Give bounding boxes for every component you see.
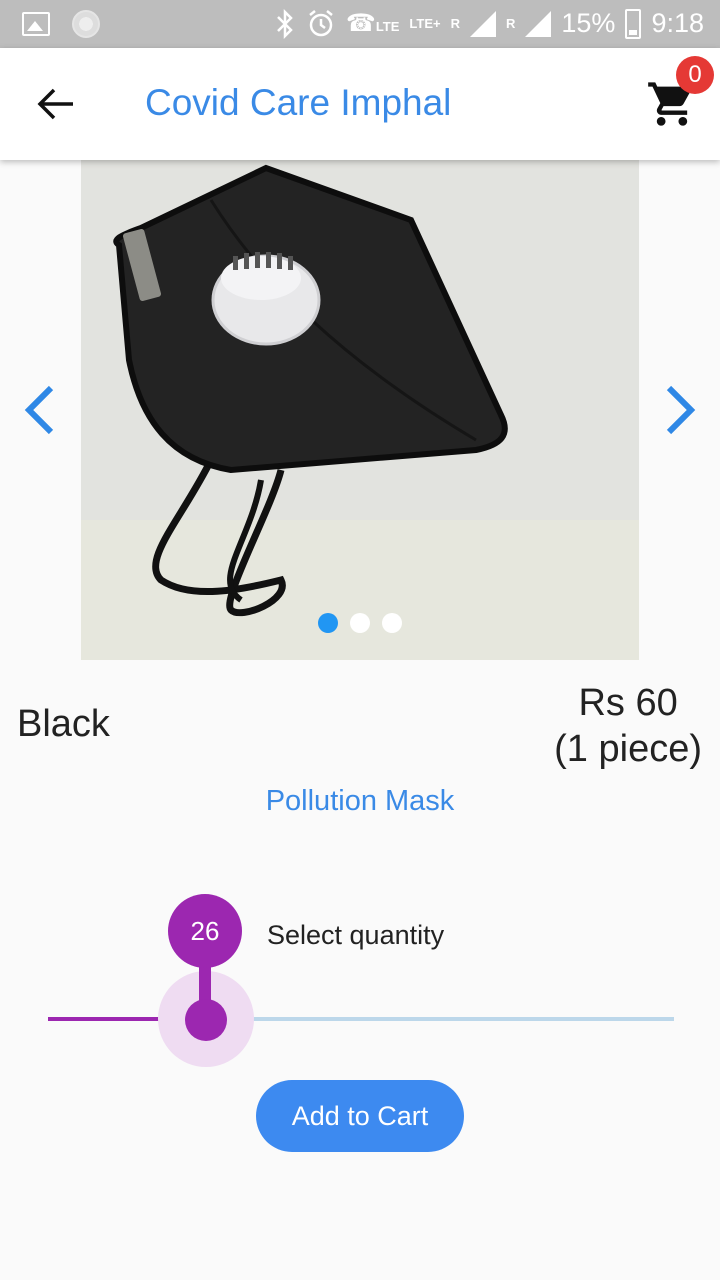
status-right: ☎LTE LTE+ R R 15% 9:18 bbox=[274, 8, 704, 39]
product-name: Pollution Mask bbox=[265, 785, 455, 817]
app-title: Covid Care Imphal bbox=[145, 82, 452, 123]
cart-count-badge: 0 bbox=[676, 56, 714, 94]
carousel-dot-3[interactable] bbox=[382, 613, 402, 633]
battery-percent: 15% bbox=[561, 8, 616, 38]
previous-slide-button[interactable] bbox=[10, 380, 70, 440]
battery-icon bbox=[625, 8, 642, 39]
lte-plus-label: LTE+ bbox=[409, 16, 441, 31]
bluetooth-icon bbox=[277, 8, 293, 39]
call-lte-icon: ☎LTE bbox=[345, 9, 400, 37]
clock: 9:18 bbox=[651, 8, 704, 38]
chevron-left-icon bbox=[24, 385, 54, 435]
chevron-right-icon bbox=[666, 385, 696, 435]
quantity-label: Select quantity bbox=[267, 920, 445, 950]
product-price: Rs 60 bbox=[578, 682, 678, 724]
roaming-label-2: R bbox=[506, 16, 516, 31]
carousel-indicator bbox=[0, 613, 720, 633]
product-image[interactable] bbox=[81, 160, 639, 660]
arrow-back-icon bbox=[37, 88, 73, 120]
app-bar: Covid Care Imphal bbox=[0, 48, 720, 160]
status-left bbox=[22, 10, 100, 38]
signal-icon-2 bbox=[525, 10, 552, 37]
carousel-dot-1[interactable] bbox=[318, 613, 338, 633]
product-color: Black bbox=[17, 703, 110, 745]
quantity-slider-thumb[interactable] bbox=[185, 999, 227, 1041]
add-to-cart-button[interactable]: Add to Cart bbox=[256, 1080, 464, 1152]
mask-illustration bbox=[81, 160, 639, 660]
alarm-icon bbox=[309, 9, 333, 36]
signal-icon-1 bbox=[470, 10, 496, 37]
carousel-dot-2[interactable] bbox=[350, 613, 370, 633]
status-bar: ☎LTE LTE+ R R 15% 9:18 bbox=[0, 0, 720, 48]
quantity-value-indicator: 26 bbox=[168, 894, 242, 968]
price-unit: (1 piece) bbox=[554, 728, 702, 770]
slider-track-inactive[interactable] bbox=[206, 1017, 674, 1021]
app-notification-icon bbox=[72, 10, 100, 38]
next-slide-button[interactable] bbox=[650, 380, 710, 440]
gallery-notification-icon bbox=[22, 12, 50, 36]
price-block: Rs 60 (1 piece) bbox=[554, 680, 702, 772]
back-button[interactable] bbox=[30, 78, 82, 130]
roaming-label-1: R bbox=[450, 16, 460, 31]
